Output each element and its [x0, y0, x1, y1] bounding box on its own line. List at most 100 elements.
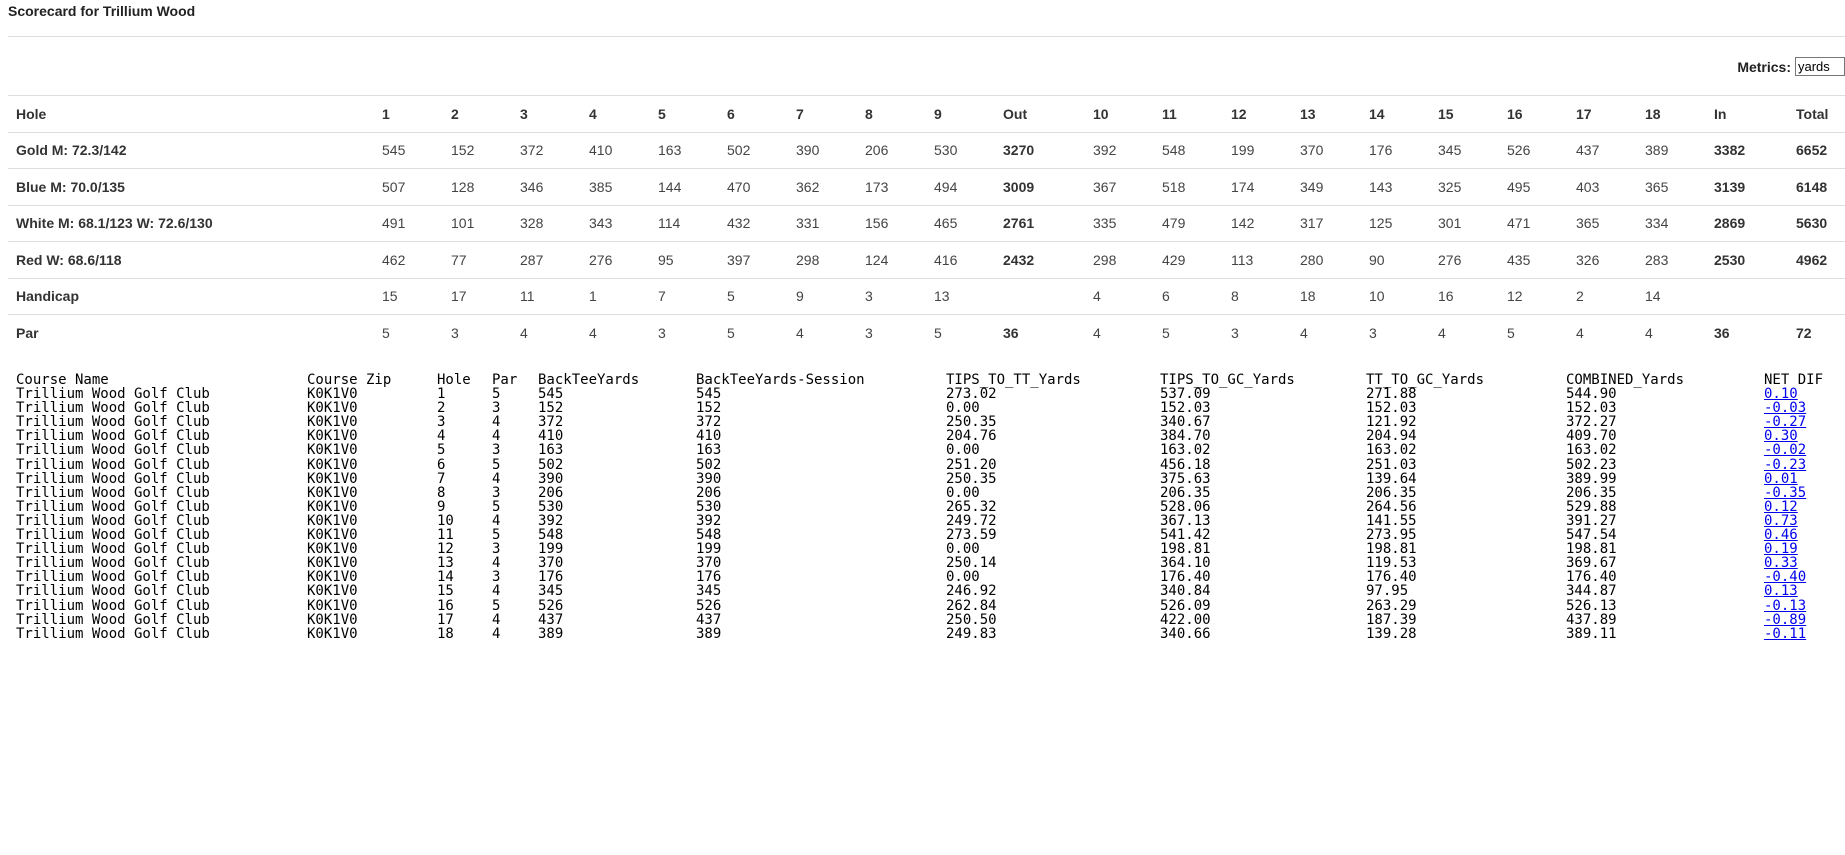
score-cell: 124	[857, 241, 926, 278]
score-cell: 18	[1292, 277, 1361, 315]
tips-to-tt-yards-cell: 265.32	[946, 498, 997, 515]
scorecard-row: White M: 68.1/123 W: 72.6/130 491 101 328 34…	[8, 204, 1845, 242]
hole-cell: 1	[437, 386, 446, 403]
score-cell: 5	[1499, 314, 1568, 351]
score-cell: 548	[1154, 131, 1223, 169]
score-cell: 4	[1292, 314, 1361, 351]
column-header: 8	[857, 95, 926, 132]
back-tee-yards-session-cell: 548	[696, 527, 722, 544]
score-cell: 5	[926, 314, 995, 351]
net-dif-link[interactable]: -0.40	[1764, 570, 1806, 584]
net-dif-link[interactable]: 0.30	[1764, 429, 1798, 443]
back-tee-yards-cell: 199	[538, 541, 564, 558]
course-name-cell: Trillium Wood Golf Club	[16, 428, 210, 445]
course-zip-cell: K0K1V0	[307, 625, 358, 642]
par-cell: 4	[492, 625, 501, 642]
net-dif-link[interactable]: -0.02	[1764, 443, 1806, 457]
tips-to-gc-yards-cell: 422.00	[1160, 611, 1211, 628]
tt-to-gc-yards-cell: 97.95	[1366, 583, 1409, 600]
net-dif-link[interactable]: -0.11	[1764, 627, 1806, 641]
column-header: Total	[1788, 95, 1845, 132]
score-cell: 1	[581, 277, 650, 315]
metrics-select[interactable]: yards	[1795, 57, 1845, 76]
tips-to-tt-yards-cell: 273.59	[946, 527, 997, 544]
dump-row: Trillium Wood Golf Club K0K1V0 12 3 199 199 0.…	[16, 542, 1845, 556]
back-tee-yards-cell: 163	[538, 442, 564, 459]
net-dif-link[interactable]: -0.35	[1764, 486, 1806, 500]
net-dif-link[interactable]: 0.33	[1764, 556, 1798, 570]
net-dif-link[interactable]: -0.23	[1764, 457, 1806, 471]
scorecard-row: Blue M: 70.0/135 507 128 346 385 144 470 362 173…	[8, 168, 1845, 205]
course-zip-cell: K0K1V0	[307, 386, 358, 403]
score-cell: 365	[1568, 204, 1637, 242]
tips-to-gc-yards-cell: 541.42	[1160, 527, 1211, 544]
score-cell: 280	[1292, 241, 1361, 278]
back-tee-yards-session-cell: 370	[696, 555, 722, 572]
net-dif-link[interactable]: 0.10	[1764, 387, 1798, 401]
net-dif-link[interactable]: 0.13	[1764, 584, 1798, 598]
dump-row: Trillium Wood Golf Club K0K1V0 16 5 526 526 26…	[16, 597, 1845, 614]
back-tee-yards-session-cell: 163	[696, 442, 722, 459]
score-cell: 16	[1430, 277, 1499, 315]
row-label: White M: 68.1/123 W: 72.6/130	[8, 204, 374, 242]
score-cell: 3	[857, 314, 926, 351]
score-cell: 128	[443, 168, 512, 205]
course-zip-cell: K0K1V0	[307, 456, 358, 473]
score-cell: 287	[512, 241, 581, 278]
net-dif-link[interactable]: 0.12	[1764, 500, 1798, 514]
net-dif-link[interactable]: 0.19	[1764, 542, 1798, 556]
score-cell: 4	[581, 314, 650, 351]
total-cell	[1788, 277, 1845, 315]
score-cell: 334	[1637, 204, 1706, 242]
back-tee-yards-session-cell: 152	[696, 400, 722, 417]
column-header: Out	[995, 95, 1085, 132]
tt-to-gc-yards-cell: 139.64	[1366, 470, 1417, 487]
course-zip-header: Course Zip	[307, 373, 392, 388]
column-header: 12	[1223, 95, 1292, 132]
back-tee-yards-session-cell: 389	[696, 625, 722, 642]
par-header: Par	[492, 373, 518, 388]
net-dif-link[interactable]: 0.73	[1764, 514, 1798, 528]
course-zip-cell: K0K1V0	[307, 428, 358, 445]
row-label: Par	[8, 314, 374, 351]
course-name-header: Course Name	[16, 373, 109, 388]
dump-row: Trillium Wood Golf Club K0K1V0 17 4 437 437 25…	[16, 611, 1845, 628]
tt-to-gc-yards-header: TT_TO_GC_Yards	[1366, 373, 1485, 388]
dump-row: Trillium Wood Golf Club K0K1V0 9 5 530 530 265…	[16, 500, 1845, 514]
par-cell: 4	[492, 470, 501, 487]
column-header: 9	[926, 95, 995, 132]
score-cell: 12	[1499, 277, 1568, 315]
column-header: 11	[1154, 95, 1223, 132]
score-cell: 507	[374, 168, 443, 205]
row-label: Handicap	[8, 277, 374, 315]
par-cell: 4	[492, 611, 501, 628]
hole-cell: 2	[437, 400, 446, 417]
back-tee-yards-cell: 370	[538, 555, 564, 572]
net-dif-link[interactable]: -0.13	[1764, 598, 1806, 612]
net-dif-link[interactable]: 0.46	[1764, 528, 1798, 542]
net-dif-link[interactable]: -0.03	[1764, 401, 1806, 415]
tips-to-gc-yards-cell: 375.63	[1160, 470, 1211, 487]
course-zip-cell: K0K1V0	[307, 597, 358, 614]
course-name-cell: Trillium Wood Golf Club	[16, 484, 210, 501]
tips-to-gc-yards-cell: 367.13	[1160, 512, 1211, 529]
course-name-cell: Trillium Wood Golf Club	[16, 498, 210, 515]
hole-cell: 16	[437, 597, 454, 614]
scorecard-header-row: Hole 1 2 3 4 5 6 7 8 9 Out 10 11 12 13 14 15 16 17 18 In Tota…	[8, 95, 1845, 132]
net-dif-link[interactable]: -0.89	[1764, 612, 1806, 626]
total-cell: 3270	[995, 131, 1085, 169]
net-dif-link[interactable]: -0.27	[1764, 415, 1806, 429]
net-dif-link[interactable]: 0.01	[1764, 472, 1798, 486]
combined-yards-cell: 198.81	[1566, 541, 1617, 558]
hole-data-dump: Course Name Course Zip Hole Par BackTeeYards…	[16, 373, 1845, 648]
tips-to-tt-yards-cell: 250.35	[946, 470, 997, 487]
par-cell: 3	[492, 484, 501, 501]
score-cell: 331	[788, 204, 857, 242]
course-zip-cell: K0K1V0	[307, 555, 358, 572]
dump-row: Trillium Wood Golf Club K0K1V0 5 3 163 163 0.0…	[16, 443, 1845, 457]
tips-to-gc-yards-cell: 198.81	[1160, 541, 1211, 558]
combined-yards-cell: 526.13	[1566, 597, 1617, 614]
tips-to-tt-yards-header: TIPS_TO_TT_Yards	[946, 373, 1081, 388]
course-zip-cell: K0K1V0	[307, 498, 358, 515]
total-cell: 2869	[1706, 204, 1788, 242]
